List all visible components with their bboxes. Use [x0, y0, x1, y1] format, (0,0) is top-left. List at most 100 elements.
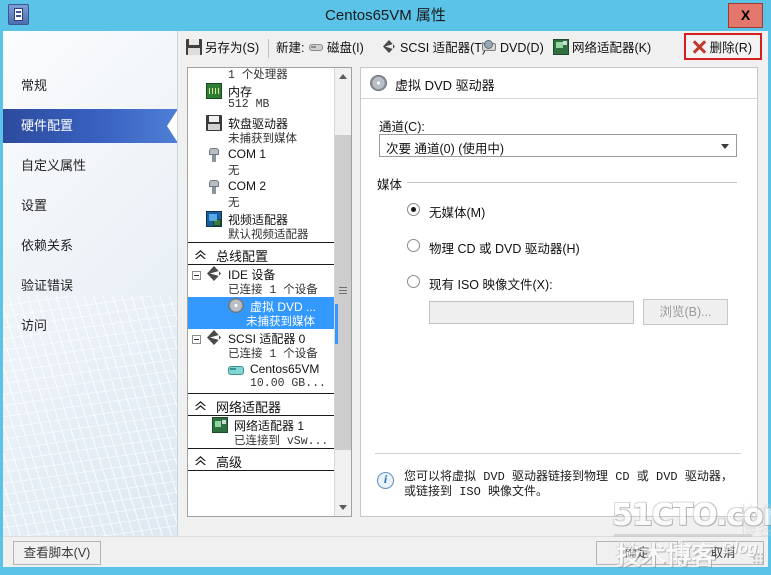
network-adapter-label: 网络适配器(K): [572, 41, 652, 55]
tree-item-ide-devices[interactable]: IDE 设备 已连接 1 个设备: [188, 265, 336, 297]
cancel-button[interactable]: 取消: [682, 541, 764, 565]
tree-group-network-adapters[interactable]: 网络适配器: [188, 393, 336, 416]
dvd-icon: [481, 39, 497, 55]
sidebar-item-general[interactable]: 常规: [3, 69, 177, 103]
chevron-up-icon: [195, 401, 206, 410]
radio-label: 无媒体(M): [429, 206, 486, 220]
serial-port-icon: [206, 179, 222, 195]
sidebar-item-custom-properties[interactable]: 自定义属性: [3, 149, 177, 183]
tree-group-label: 总线配置: [216, 249, 269, 264]
tree-item-scsi-adapter-0[interactable]: SCSI 适配器 0 已连接 1 个设备: [188, 329, 336, 361]
tree-item-sub: 无: [228, 197, 240, 210]
chevron-up-icon: [195, 250, 206, 259]
detail-header-title: 虚拟 DVD 驱动器: [395, 78, 495, 93]
tree-item-sub: 未捕获到媒体: [228, 133, 297, 146]
title-bar: Centos65VM 属性 X: [0, 0, 771, 31]
new-label-group: 新建:: [276, 37, 304, 60]
info-separator: [375, 453, 741, 454]
channel-label: 通道(C):: [379, 120, 425, 134]
scsi-icon: [381, 39, 397, 55]
tree-scrollbar[interactable]: [334, 68, 351, 516]
view-script-button[interactable]: 查看脚本(V): [13, 541, 101, 565]
delete-x-icon: [691, 39, 707, 55]
dvd-media-icon: [370, 75, 387, 92]
nic-icon: [212, 417, 228, 433]
tree-item-title: Centos65VM: [250, 362, 320, 376]
detail-panel: 虚拟 DVD 驱动器 通道(C): 次要 通道(0) (使用中) 媒体 无媒体(…: [360, 67, 758, 517]
tree-item-com2[interactable]: COM 2 无: [188, 178, 336, 210]
save-icon: [186, 39, 202, 55]
disk-label: 磁盘(I): [327, 41, 364, 55]
save-as-label: 另存为(S): [205, 41, 260, 55]
toolbar: 另存为(S) 新建: 磁盘(I) SCSI 适配器(T) DVD(D) 网络适配…: [178, 31, 768, 66]
tree-item-sub: 1 个处理器: [228, 69, 288, 82]
ok-button[interactable]: 确定: [596, 541, 678, 565]
sidebar-item-hardware[interactable]: 硬件配置: [3, 109, 177, 143]
sidebar-item-access[interactable]: 访问: [3, 309, 177, 343]
dvd-media-icon: [228, 298, 244, 314]
new-label: 新建:: [276, 41, 305, 55]
dvd-label: DVD(D): [500, 41, 544, 55]
tree-item-network-adapter-1[interactable]: 网络适配器 1 已连接到 vSw...: [188, 416, 336, 448]
tree-group-bus-config[interactable]: 总线配置: [188, 242, 336, 265]
tree-item-title: COM 2: [228, 179, 267, 193]
scrollbar-grip-icon: [339, 287, 347, 294]
tree-item-video-adapter[interactable]: 视频适配器 默认视频适配器: [188, 210, 336, 242]
tree-item-virtual-dvd-drive[interactable]: 虚拟 DVD ... 未捕获到媒体: [188, 297, 336, 329]
video-adapter-icon: [206, 211, 222, 227]
sidebar-item-settings[interactable]: 设置: [3, 189, 177, 223]
sidebar-item-validation-errors[interactable]: 验证错误: [3, 269, 177, 303]
tree-item-com1[interactable]: COM 1 无: [188, 146, 336, 178]
info-text: 您可以将虚拟 DVD 驱动器链接到物理 CD 或 DVD 驱动器，或链接到 IS…: [404, 470, 733, 499]
sidebar-item-dependencies[interactable]: 依赖关系: [3, 229, 177, 263]
iso-path-input[interactable]: [429, 301, 634, 324]
expander-icon[interactable]: [192, 271, 201, 280]
info-icon: [377, 472, 394, 489]
radio-label: 物理 CD 或 DVD 驱动器(H): [429, 242, 580, 256]
chevron-up-icon: [195, 456, 206, 465]
channel-select[interactable]: 次要 通道(0) (使用中): [379, 134, 737, 157]
tree-group-advanced[interactable]: 高级: [188, 448, 336, 471]
tree-item-centos65vm-disk[interactable]: Centos65VM 10.00 GB...: [188, 361, 336, 393]
delete-button[interactable]: 删除(R): [691, 37, 752, 60]
scsi-adapter-label: SCSI 适配器(T): [400, 41, 487, 55]
delete-button-highlight: 删除(R): [683, 33, 762, 60]
radio-icon: [407, 203, 420, 216]
bus-icon: [206, 330, 222, 346]
expander-icon[interactable]: [192, 335, 201, 344]
tree-group-label: 网络适配器: [216, 400, 282, 415]
scroll-up-arrow-icon[interactable]: [335, 68, 351, 85]
dialog-body: 常规 硬件配置 自定义属性 设置 依赖关系 验证错误 访问 另存为(S) 新建:…: [3, 31, 768, 567]
new-dvd-button[interactable]: DVD(D): [481, 37, 544, 60]
scroll-down-arrow-icon[interactable]: [335, 499, 351, 516]
disk-icon: [308, 39, 324, 55]
chevron-down-icon: [721, 144, 729, 149]
new-scsi-adapter-button[interactable]: SCSI 适配器(T): [381, 37, 486, 60]
network-adapter-icon: [553, 39, 569, 55]
toolbar-separator: [268, 39, 269, 58]
content-pane: 另存为(S) 新建: 磁盘(I) SCSI 适配器(T) DVD(D) 网络适配…: [178, 31, 768, 536]
radio-icon: [407, 239, 420, 252]
hardware-tree[interactable]: 处理器 1 个处理器 内存 512 MB 软盘驱动器 未捕获到媒体: [187, 67, 352, 517]
memory-icon: [206, 83, 222, 99]
tree-item-floppy-drive[interactable]: 软盘驱动器 未捕获到媒体: [188, 114, 336, 146]
tree-item-memory[interactable]: 内存 512 MB: [188, 82, 336, 114]
new-disk-button[interactable]: 磁盘(I): [308, 37, 364, 60]
hardware-tree-items: 处理器 1 个处理器 内存 512 MB 软盘驱动器 未捕获到媒体: [188, 68, 336, 471]
tree-item-sub: 已连接到 vSw...: [234, 435, 329, 448]
selection-arrow-icon: [167, 109, 177, 143]
vm-properties-window: Centos65VM 属性 X 常规 硬件配置 自定义属性 设置 依赖关系 验证…: [0, 0, 771, 575]
delete-label: 删除(R): [709, 41, 752, 55]
save-as-button[interactable]: 另存为(S): [186, 37, 259, 60]
sidebar-item-label: 硬件配置: [21, 118, 74, 133]
close-button[interactable]: X: [728, 3, 763, 28]
browse-button[interactable]: 浏览(B)...: [643, 299, 728, 325]
tree-item-processor[interactable]: 处理器 1 个处理器: [188, 68, 336, 82]
media-group-rule: [405, 182, 737, 183]
new-network-adapter-button[interactable]: 网络适配器(K): [553, 37, 651, 60]
resize-grip-icon[interactable]: [753, 553, 765, 565]
scrollbar-thumb[interactable]: [335, 135, 351, 450]
serial-port-icon: [206, 147, 222, 163]
tree-item-sub: 无: [228, 165, 240, 178]
detail-header: 虚拟 DVD 驱动器: [361, 68, 757, 99]
